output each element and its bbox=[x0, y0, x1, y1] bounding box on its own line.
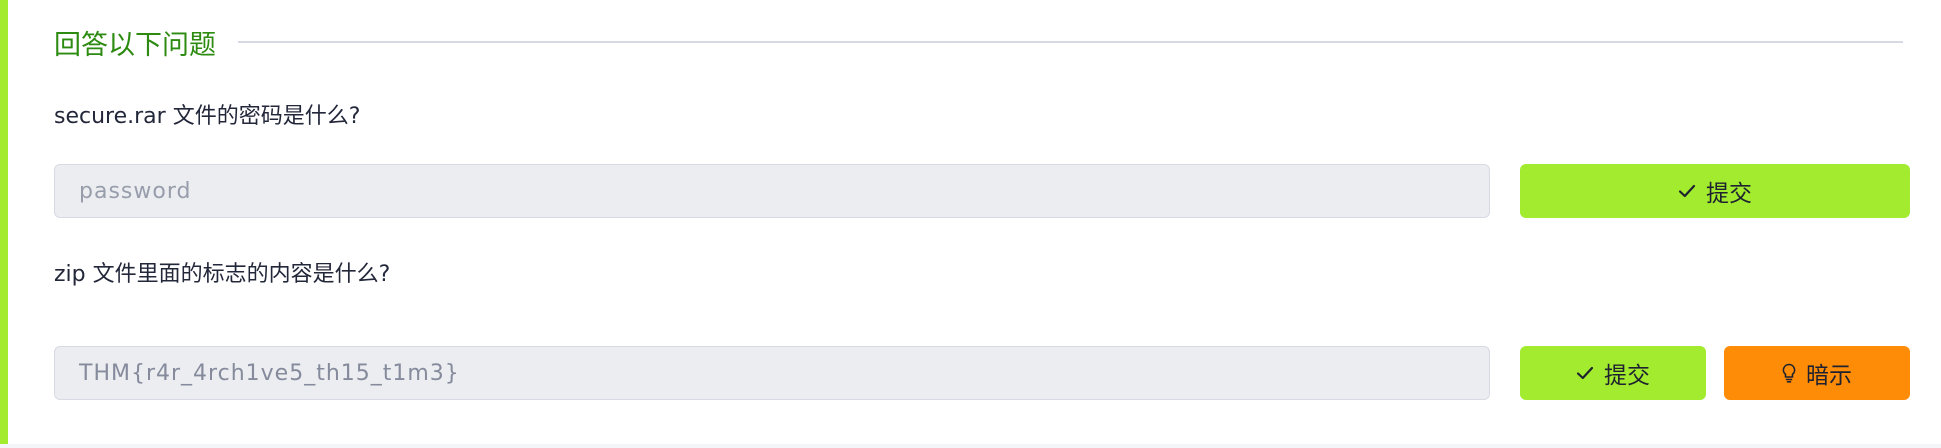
question-2-text: zip 文件里面的标志的内容是什么? bbox=[54, 262, 391, 287]
answer-input-1[interactable] bbox=[54, 164, 1490, 218]
check-icon bbox=[1678, 184, 1696, 198]
lightbulb-icon bbox=[1782, 363, 1796, 383]
submit-button-1[interactable]: 提交 bbox=[1520, 164, 1910, 218]
section-title: 回答以下问题 bbox=[54, 29, 216, 61]
check-icon bbox=[1576, 366, 1594, 380]
section-divider bbox=[238, 41, 1903, 43]
submit-button-label: 提交 bbox=[1604, 363, 1650, 389]
answer-input-2[interactable] bbox=[54, 346, 1490, 400]
submit-button-label: 提交 bbox=[1706, 181, 1752, 207]
hint-button[interactable]: 暗示 bbox=[1724, 346, 1910, 400]
section-header: 回答以下问题 bbox=[54, 22, 1903, 62]
question-1-text: secure.rar 文件的密码是什么? bbox=[54, 104, 361, 129]
submit-button-2[interactable]: 提交 bbox=[1520, 346, 1706, 400]
hint-button-label: 暗示 bbox=[1806, 363, 1852, 389]
question-card: 回答以下问题 secure.rar 文件的密码是什么? 提交 zip 文件里面的… bbox=[0, 0, 1941, 444]
